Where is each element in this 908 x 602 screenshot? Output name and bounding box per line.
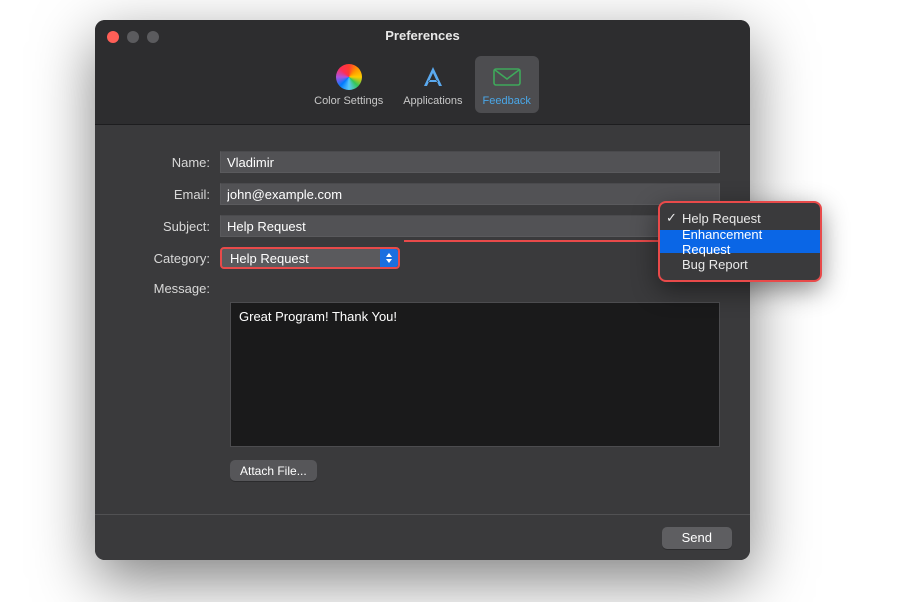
name-field[interactable] xyxy=(220,151,720,173)
tab-feedback[interactable]: Feedback xyxy=(475,56,539,113)
subject-field[interactable] xyxy=(220,215,720,237)
stepper-arrows-icon xyxy=(380,249,398,267)
tab-color-settings[interactable]: Color Settings xyxy=(306,56,391,113)
menu-item-bug-report[interactable]: Bug Report xyxy=(660,253,820,276)
subject-label: Subject: xyxy=(125,219,220,234)
applications-icon xyxy=(418,62,448,92)
footer: Send xyxy=(95,514,750,560)
category-label: Category: xyxy=(125,251,220,266)
category-select[interactable]: Help Request xyxy=(220,247,400,269)
feedback-form: Name: Email: Subject: Category: Help Req… xyxy=(95,125,750,499)
menu-item-label: Help Request xyxy=(682,211,761,226)
toolbar-tabs: Color Settings Applications Feedback xyxy=(95,56,750,113)
email-label: Email: xyxy=(125,187,220,202)
titlebar: Preferences Color Settings Applications xyxy=(95,20,750,125)
category-dropdown-menu: ✓ Help Request Enhancement Request Bug R… xyxy=(658,201,822,282)
tab-label: Applications xyxy=(403,95,462,107)
tab-label: Color Settings xyxy=(314,95,383,107)
menu-item-enhancement-request[interactable]: Enhancement Request xyxy=(660,230,820,253)
tab-applications[interactable]: Applications xyxy=(395,56,470,113)
checkmark-icon: ✓ xyxy=(666,210,677,226)
category-value: Help Request xyxy=(230,251,309,266)
message-label: Message: xyxy=(125,279,220,296)
annotation-connector xyxy=(404,240,660,242)
send-button[interactable]: Send xyxy=(662,527,732,549)
attach-file-button[interactable]: Attach File... xyxy=(230,460,317,481)
message-field[interactable] xyxy=(230,302,720,447)
email-field[interactable] xyxy=(220,183,720,205)
feedback-icon xyxy=(492,62,522,92)
preferences-window: Preferences Color Settings Applications xyxy=(95,20,750,560)
menu-item-label: Enhancement Request xyxy=(682,227,810,257)
window-title: Preferences xyxy=(95,28,750,43)
color-wheel-icon xyxy=(334,62,364,92)
name-label: Name: xyxy=(125,155,220,170)
tab-label: Feedback xyxy=(483,95,531,107)
menu-item-label: Bug Report xyxy=(682,257,748,272)
